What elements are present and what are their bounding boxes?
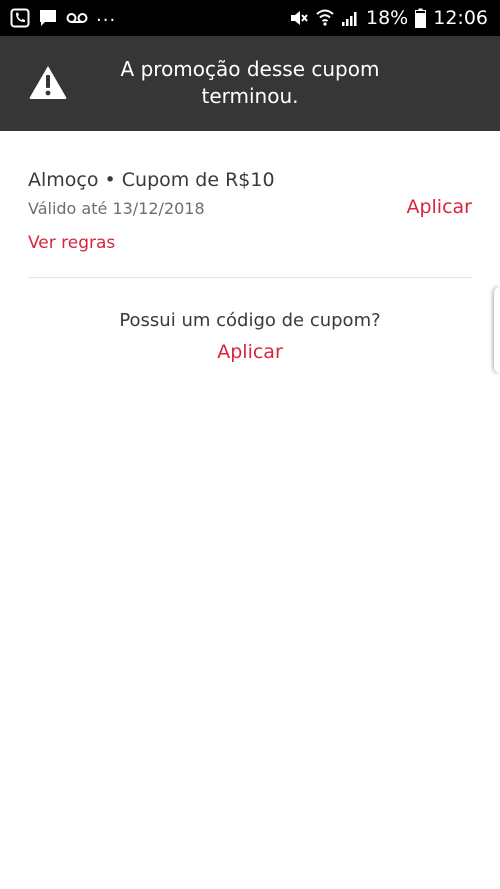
message-icon	[38, 8, 58, 28]
app-screen: ... 18% 12:06 A promoção desse cupom ter…	[0, 0, 500, 889]
promotion-ended-banner: A promoção desse cupom terminou.	[0, 36, 500, 131]
coupon-card: Almoço • Cupom de R$10 Válido até 13/12/…	[28, 164, 472, 278]
coupon-validity: Válido até 13/12/2018	[28, 199, 205, 218]
edge-panel-handle[interactable]	[494, 287, 500, 373]
coupon-code-section: Possui um código de cupom? Aplicar	[0, 308, 500, 363]
call-icon	[10, 8, 30, 28]
signal-icon	[341, 9, 359, 27]
coupon-code-question: Possui um código de cupom?	[119, 310, 381, 331]
battery-percentage: 18%	[366, 6, 409, 29]
warning-icon	[28, 64, 68, 104]
apply-coupon-button[interactable]: Aplicar	[406, 196, 472, 218]
status-bar: ... 18% 12:06	[0, 0, 500, 36]
status-bar-right: 18% 12:06	[289, 8, 488, 28]
mute-icon	[289, 8, 309, 28]
voicemail-icon	[66, 11, 88, 25]
apply-code-button[interactable]: Aplicar	[217, 341, 283, 363]
status-bar-left: ...	[10, 5, 117, 28]
more-notifications-indicator: ...	[96, 5, 117, 26]
battery-icon	[415, 8, 427, 28]
wifi-icon	[316, 8, 334, 28]
coupon-title: Almoço • Cupom de R$10	[28, 169, 275, 191]
clock: 12:06	[433, 6, 488, 29]
banner-message: A promoção desse cupom terminou.	[120, 57, 380, 108]
view-rules-link[interactable]: Ver regras	[28, 233, 115, 253]
